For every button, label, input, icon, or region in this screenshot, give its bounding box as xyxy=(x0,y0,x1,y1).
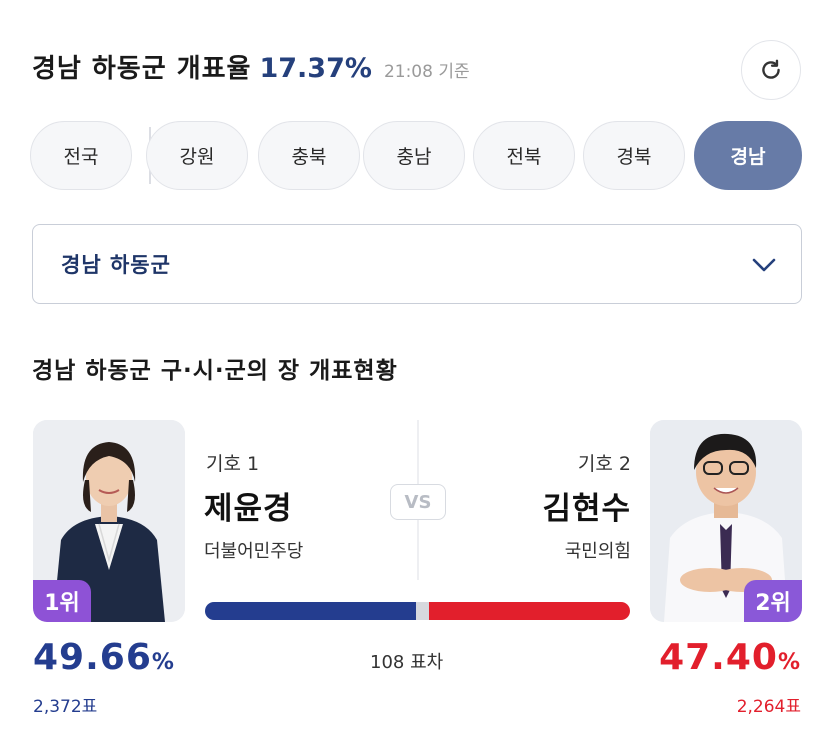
region-tab-national[interactable]: 전국 xyxy=(30,121,132,190)
header: 경남 하동군 개표율 17.37% 21:08 기준 xyxy=(32,48,470,92)
region-tab-jeonbuk[interactable]: 전북 xyxy=(473,121,575,190)
vote-share-bar xyxy=(205,602,630,620)
rank-badge-1: 1위 xyxy=(33,580,91,622)
chevron-down-icon xyxy=(752,258,776,272)
vs-badge: VS xyxy=(390,484,446,520)
vote-share-bar-candidate-2 xyxy=(428,602,630,620)
vote-share-bar-candidate-1 xyxy=(205,602,417,620)
candidate-2-votes: 2,264표 xyxy=(736,697,801,717)
vote-difference: 108 표차 xyxy=(370,652,444,673)
header-title: 경남 하동군 개표율 xyxy=(32,54,252,84)
region-tab-gyeongnam[interactable]: 경남 xyxy=(694,121,802,190)
rank-badge-2: 2위 xyxy=(744,580,802,622)
candidate-1-percent-value: 49.66 xyxy=(33,637,152,678)
candidate-1-percent-unit: % xyxy=(151,650,175,675)
candidate-1-photo: 1위 xyxy=(33,420,185,622)
candidate-1-symbol: 기호 1 xyxy=(206,453,260,475)
refresh-button[interactable] xyxy=(741,40,801,100)
update-time: 21:08 기준 xyxy=(383,62,470,82)
vote-share-bar-other xyxy=(416,602,429,620)
candidate-1-percent: 49.66% xyxy=(33,637,175,678)
candidate-2-name: 김현수 xyxy=(542,491,631,527)
candidate-2-party: 국민의힘 xyxy=(564,541,631,562)
candidate-1-votes: 2,372표 xyxy=(33,697,98,717)
region-tab-gangwon[interactable]: 강원 xyxy=(146,121,248,190)
refresh-icon xyxy=(762,59,780,79)
region-tab-chungbuk[interactable]: 충북 xyxy=(258,121,360,190)
region-tabs: 전국 강원 충북 충남 전북 경북 경남 xyxy=(30,121,802,190)
candidate-2-percent-unit: % xyxy=(777,650,801,675)
region-tab-gyeongbuk[interactable]: 경북 xyxy=(583,121,685,190)
candidate-1-name: 제윤경 xyxy=(204,491,293,527)
region-tab-chungnam[interactable]: 충남 xyxy=(363,121,465,190)
district-select-value: 경남 하동군 xyxy=(61,253,171,277)
count-rate: 17.37% xyxy=(259,53,372,84)
candidate-2-percent-value: 47.40 xyxy=(659,637,778,678)
district-select[interactable]: 경남 하동군 xyxy=(32,224,802,304)
candidate-2-percent: 47.40% xyxy=(659,637,801,678)
candidate-2-symbol: 기호 2 xyxy=(577,453,631,475)
candidate-2-photo: 2위 xyxy=(650,420,802,622)
candidate-1-party: 더불어민주당 xyxy=(204,541,304,562)
section-title: 경남 하동군 구·시·군의 장 개표현황 xyxy=(32,358,398,384)
